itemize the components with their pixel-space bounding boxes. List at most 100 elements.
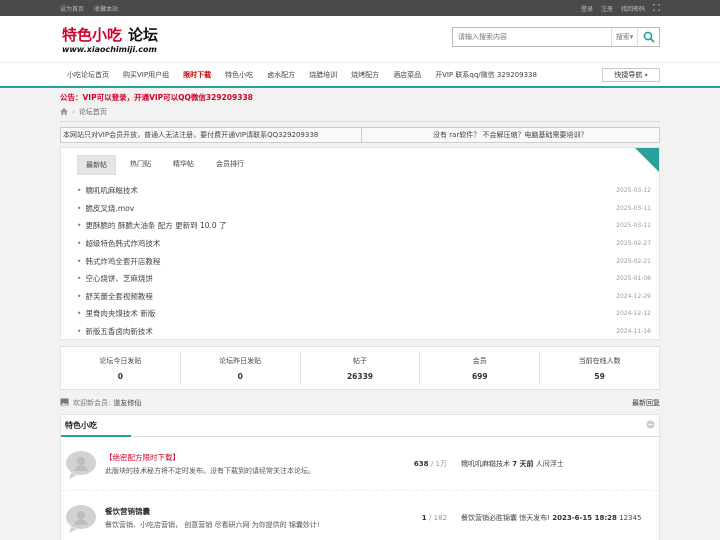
last-post-title[interactable]: 糯叽叽麻糍技术 bbox=[461, 460, 510, 468]
list-item: 韩式炸鸡全套开店教程 2025-02-21 bbox=[77, 252, 651, 270]
latest-posts-panel: 最新帖 热门贴 精华帖 会员排行 糯叽叽麻糍技术 2025-03-12 脆皮叉烧.… bbox=[60, 147, 660, 340]
stat-value: 59 bbox=[594, 371, 605, 381]
list-item: 新版五香卤肉新技术 2024-11-16 bbox=[77, 323, 651, 339]
post-title[interactable]: 超级特色韩式炸鸡技术 bbox=[77, 238, 160, 249]
post-date: 2024-12-29 bbox=[616, 292, 651, 300]
last-post-time: 7 天前 bbox=[512, 459, 534, 468]
list-item: 空心烧饼、芝麻烧饼 2025-01-06 bbox=[77, 270, 651, 288]
post-title[interactable]: 里脊肉夹馍技术 新版 bbox=[77, 308, 155, 319]
top-bar: 设为首页 收藏本站 登录 注册 找回密码 bbox=[0, 0, 720, 16]
home-icon[interactable] bbox=[60, 107, 68, 117]
post-date: 2025-01-06 bbox=[616, 275, 651, 283]
stat-label: 当前在线人数 bbox=[578, 356, 621, 365]
stat-yesterday: 论坛昨日发贴 0 bbox=[181, 353, 301, 383]
post-total: / 1万 bbox=[430, 459, 447, 468]
nav-bbq-recipes[interactable]: 烧烤配方 bbox=[344, 70, 386, 80]
nav-hotel-dishes[interactable]: 酒店菜品 bbox=[386, 70, 428, 80]
post-date: 2024-11-16 bbox=[616, 328, 651, 336]
nav-buy-vip[interactable]: 购买VIP用户组 bbox=[116, 70, 176, 80]
last-post-user[interactable]: 12345 bbox=[619, 514, 641, 522]
thread-count: 1 bbox=[421, 513, 427, 522]
stat-value: 699 bbox=[471, 371, 488, 381]
list-item: 超级特色韩式炸鸡技术 2025-02-27 bbox=[77, 235, 651, 253]
corner-decoration bbox=[635, 148, 659, 172]
tab-hot[interactable]: 热门贴 bbox=[122, 155, 159, 175]
tab-member-rank[interactable]: 会员排行 bbox=[208, 155, 252, 175]
new-member-link[interactable]: 道友修仙 bbox=[113, 398, 141, 408]
nav-brine-recipes[interactable]: 卤水配方 bbox=[260, 70, 302, 80]
post-title[interactable]: 更酥脆的 酥脆大油条 配方 更新到 10.0 了 bbox=[77, 220, 226, 231]
collapse-icon[interactable] bbox=[646, 420, 655, 431]
post-title[interactable]: 新版五香卤肉新技术 bbox=[77, 326, 153, 337]
list-item: 脆皮叉烧.mov 2025-03-11 bbox=[77, 200, 651, 218]
tab-featured[interactable]: 精华帖 bbox=[165, 155, 202, 175]
chevron-down-icon: ▾ bbox=[644, 71, 648, 79]
last-post-user[interactable]: 人间浮士 bbox=[536, 460, 564, 468]
post-tabs: 最新帖 热门贴 精华帖 会员排行 bbox=[61, 148, 659, 175]
forum-section: 特色小吃 【绝密配方限时下载】 此版块的技术秘方将不定时发布。没有下载到的请经常… bbox=[60, 414, 660, 540]
breadcrumb-current[interactable]: 论坛首页 bbox=[79, 107, 107, 117]
quick-nav-button[interactable]: 快捷导航 ▾ bbox=[602, 68, 660, 82]
help-link[interactable]: 没有 rar软件？ 不会解压缩？电脑基础需要培训？ bbox=[362, 128, 660, 142]
main-nav: 小吃论坛首页 购买VIP用户组 限时下载 特色小吃 卤水配方 烧腊培训 烧烤配方… bbox=[0, 62, 720, 88]
post-title[interactable]: 脆皮叉烧.mov bbox=[77, 203, 134, 214]
chevron-down-icon: ▾ bbox=[629, 33, 634, 41]
post-title[interactable]: 空心烧饼、芝麻烧饼 bbox=[77, 273, 153, 284]
list-item: 糯叽叽麻糍技术 2025-03-12 bbox=[77, 182, 651, 200]
set-homepage-link[interactable]: 设为首页 bbox=[60, 6, 84, 13]
bookmark-link[interactable]: 收藏本站 bbox=[94, 6, 118, 13]
last-post: 餐饮营销必胜锦囊 惊天发布! 2023-6-15 18:28 12345 bbox=[461, 513, 641, 523]
post-date: 2025-03-11 bbox=[616, 222, 651, 230]
stat-value: 0 bbox=[117, 371, 123, 381]
list-item: 更酥脆的 酥脆大油条 配方 更新到 10.0 了 2025-03-11 bbox=[77, 217, 651, 235]
latest-replies-link[interactable]: 最新回复 bbox=[632, 398, 660, 408]
stat-label: 论坛今日发贴 bbox=[99, 356, 142, 365]
login-link[interactable]: 登录 bbox=[581, 4, 593, 13]
post-title[interactable]: 糯叽叽麻糍技术 bbox=[77, 185, 138, 196]
post-title[interactable]: 韩式炸鸡全套开店教程 bbox=[77, 256, 160, 267]
site-logo[interactable]: 特色小吃 论坛 www.xiaochimiji.com bbox=[62, 24, 158, 54]
forum-counts: 638 / 1万 bbox=[367, 459, 447, 469]
vip-info-label: 本网站只对VIP会员开放，普通人无法注册，要付费开通VIP请联系QQ329209… bbox=[63, 131, 319, 139]
header: 特色小吃论坛 www.xiaochimiji.com 搜索▾ bbox=[0, 16, 720, 62]
nav-home[interactable]: 小吃论坛首页 bbox=[60, 70, 116, 80]
nav-limited-download[interactable]: 限时下载 bbox=[176, 70, 218, 80]
search-icon bbox=[643, 31, 655, 43]
logo-text: 特色小吃 bbox=[62, 26, 123, 44]
welcome-bar: 欢迎新会员: 道友修仙 最新回复 bbox=[60, 398, 660, 408]
nav-snacks[interactable]: 特色小吃 bbox=[218, 70, 260, 80]
vip-info-text: 本网站只对VIP会员开放，普通人无法注册，要付费开通VIP请联系QQ329209… bbox=[61, 128, 362, 142]
post-title[interactable]: 舒芙蕾全套视频教程 bbox=[77, 291, 153, 302]
stat-posts: 帖子 26339 bbox=[301, 353, 421, 383]
post-date: 2025-03-11 bbox=[616, 204, 651, 212]
post-total: / 182 bbox=[429, 513, 447, 522]
logo-url: www.xiaochimiji.com bbox=[62, 45, 157, 54]
forum-description: 此版块的技术秘方将不定时发布。没有下载到的请经常关注本论坛。 bbox=[105, 466, 315, 475]
register-link[interactable]: 注册 bbox=[601, 4, 613, 13]
announcement[interactable]: 公告：VIP可以登录，开通VIP可以QQ微信329209338 bbox=[60, 92, 660, 103]
search-type-select[interactable]: 搜索 ▾ bbox=[611, 28, 637, 46]
forum-name[interactable]: 【绝密配方限时下载】 bbox=[105, 452, 367, 463]
search-input[interactable] bbox=[453, 28, 611, 46]
last-post: 糯叽叽麻糍技术 7 天前 人间浮士 bbox=[461, 459, 564, 469]
last-post-title[interactable]: 餐饮营销必胜锦囊 惊天发布! bbox=[461, 514, 550, 522]
tab-latest[interactable]: 最新帖 bbox=[77, 155, 116, 175]
forum-section-title[interactable]: 特色小吃 bbox=[65, 420, 97, 431]
post-date: 2025-03-12 bbox=[616, 187, 651, 195]
forum-section-header: 特色小吃 bbox=[61, 415, 659, 437]
nav-vip-contact[interactable]: 开VIP 联系qq/微信 329209338 bbox=[428, 70, 544, 80]
breadcrumb: › 论坛首页 bbox=[60, 107, 660, 122]
forgot-password-link[interactable]: 找回密码 bbox=[621, 4, 645, 13]
search-button[interactable] bbox=[637, 28, 659, 46]
forum-row: 【绝密配方限时下载】 此版块的技术秘方将不定时发布。没有下载到的请经常关注本论坛… bbox=[61, 437, 659, 491]
fullscreen-icon[interactable] bbox=[652, 3, 661, 13]
breadcrumb-separator: › bbox=[72, 108, 75, 116]
forum-avatar-icon[interactable] bbox=[65, 449, 97, 479]
nav-roast-training[interactable]: 烧腊培训 bbox=[302, 70, 344, 80]
forum-counts: 1 / 182 bbox=[367, 514, 447, 522]
forum-avatar-icon[interactable] bbox=[65, 503, 97, 533]
forum-stats: 论坛今日发贴 0 论坛昨日发贴 0 帖子 26339 会员 699 当前在线人数 59 bbox=[60, 346, 660, 390]
post-date: 2024-12-12 bbox=[616, 310, 651, 318]
forum-name[interactable]: 餐饮营销锦囊 bbox=[105, 506, 367, 517]
welcome-text: 欢迎新会员: bbox=[73, 399, 111, 407]
